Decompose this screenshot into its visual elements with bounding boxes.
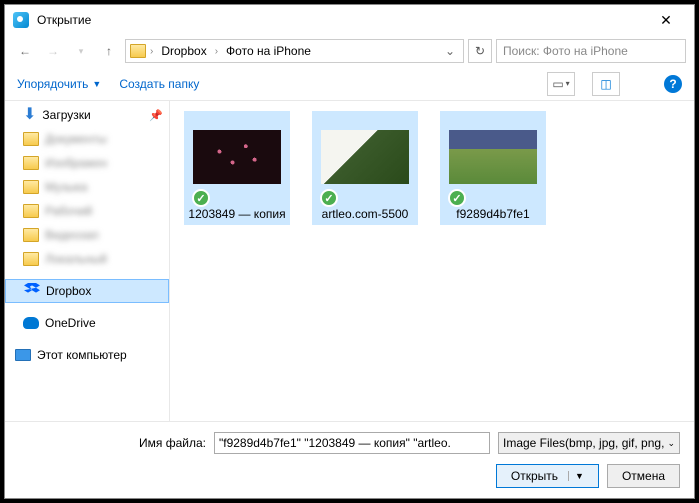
preview-pane-button[interactable]: ◫ <box>592 72 620 96</box>
folder-icon <box>23 204 39 218</box>
file-grid: ✓ 1203849 — копия ✓ artleo.com-5500 ✓ f9… <box>170 101 694 421</box>
folder-icon <box>23 180 39 194</box>
thumbnail-image <box>449 130 537 184</box>
folder-icon <box>23 252 39 266</box>
recent-dropdown[interactable]: ▾ <box>69 39 93 63</box>
sidebar-item[interactable]: Видеозап <box>5 223 169 247</box>
download-icon: ⬇ <box>23 108 36 122</box>
file-item[interactable]: ✓ f9289d4b7fe1 <box>440 111 546 225</box>
sidebar-item-label: Загрузки <box>42 108 90 122</box>
open-label: Открыть <box>511 469 558 483</box>
close-button[interactable]: ✕ <box>646 5 686 35</box>
organize-menu[interactable]: Упорядочить ▼ <box>17 77 101 91</box>
sidebar-item-computer[interactable]: Этот компьютер <box>5 343 169 367</box>
filename-input[interactable] <box>214 432 490 454</box>
help-button[interactable]: ? <box>664 75 682 93</box>
sidebar-item-onedrive[interactable]: OneDrive <box>5 311 169 335</box>
folder-icon <box>130 44 146 58</box>
view-mode-button[interactable]: ▭▾ <box>547 72 575 96</box>
up-button[interactable]: ↑ <box>97 39 121 63</box>
titlebar: Открытие ✕ <box>5 5 694 35</box>
nav-row: ← → ▾ ↑ › Dropbox › Фото на iPhone ⌄ ↻ П… <box>5 35 694 67</box>
sync-check-icon: ✓ <box>448 189 466 207</box>
bottom-bar: Имя файла: Image Files(bmp, jpg, gif, pn… <box>5 421 694 498</box>
file-item[interactable]: ✓ 1203849 — копия <box>184 111 290 225</box>
app-icon <box>13 12 29 28</box>
dropbox-icon <box>24 283 40 299</box>
new-folder-button[interactable]: Создать папку <box>119 77 199 91</box>
thumbnail-image <box>193 130 281 184</box>
cancel-button[interactable]: Отмена <box>607 464 680 488</box>
sidebar-item-label: Dropbox <box>46 284 91 298</box>
pin-icon: 📌 <box>149 109 163 122</box>
breadcrumb-root[interactable]: Dropbox <box>157 44 210 58</box>
organize-label: Упорядочить <box>17 77 88 91</box>
onedrive-icon <box>23 317 39 329</box>
sync-check-icon: ✓ <box>192 189 210 207</box>
sidebar-item[interactable]: Рабочий <box>5 199 169 223</box>
search-input[interactable]: Поиск: Фото на iPhone <box>496 39 686 63</box>
sidebar-item[interactable]: Музыка <box>5 175 169 199</box>
chevron-down-icon[interactable]: ▼ <box>568 471 584 481</box>
sidebar-item[interactable]: Документы <box>5 127 169 151</box>
toolbar: Упорядочить ▼ Создать папку ▭▾ ◫ ? <box>5 67 694 101</box>
filename-label: Имя файла: <box>139 436 206 450</box>
chevron-down-icon: ▼ <box>92 79 101 89</box>
folder-icon <box>23 228 39 242</box>
computer-icon <box>15 349 31 361</box>
folder-icon <box>23 156 39 170</box>
sync-check-icon: ✓ <box>320 189 338 207</box>
back-button[interactable]: ← <box>13 39 37 63</box>
sidebar-item[interactable]: Изображен <box>5 151 169 175</box>
folder-icon <box>23 132 39 146</box>
sidebar: ⬇ Загрузки 📌 Документы Изображен Музыка … <box>5 101 170 421</box>
window-title: Открытие <box>37 13 646 27</box>
refresh-button[interactable]: ↻ <box>468 39 492 63</box>
thumbnail-image <box>321 130 409 184</box>
breadcrumb-current[interactable]: Фото на iPhone <box>222 44 315 58</box>
chevron-right-icon: › <box>150 46 153 57</box>
sidebar-item[interactable]: Локальный <box>5 247 169 271</box>
filter-label: Image Files(bmp, jpg, gif, png, <box>503 436 664 450</box>
forward-button: → <box>41 39 65 63</box>
filetype-filter[interactable]: Image Files(bmp, jpg, gif, png, ⌄ <box>498 432 680 454</box>
chevron-down-icon: ⌄ <box>667 438 675 449</box>
open-button[interactable]: Открыть ▼ <box>496 464 599 488</box>
chevron-right-icon: › <box>215 46 218 57</box>
open-dialog: Открытие ✕ ← → ▾ ↑ › Dropbox › Фото на i… <box>4 4 695 499</box>
sidebar-item-label: Этот компьютер <box>37 348 127 362</box>
sidebar-item-label: OneDrive <box>45 316 96 330</box>
file-item[interactable]: ✓ artleo.com-5500 <box>312 111 418 225</box>
sidebar-item-downloads[interactable]: ⬇ Загрузки 📌 <box>5 103 169 127</box>
chevron-down-icon[interactable]: ⌄ <box>441 44 459 58</box>
sidebar-item-dropbox[interactable]: Dropbox <box>5 279 169 303</box>
address-bar[interactable]: › Dropbox › Фото на iPhone ⌄ <box>125 39 464 63</box>
